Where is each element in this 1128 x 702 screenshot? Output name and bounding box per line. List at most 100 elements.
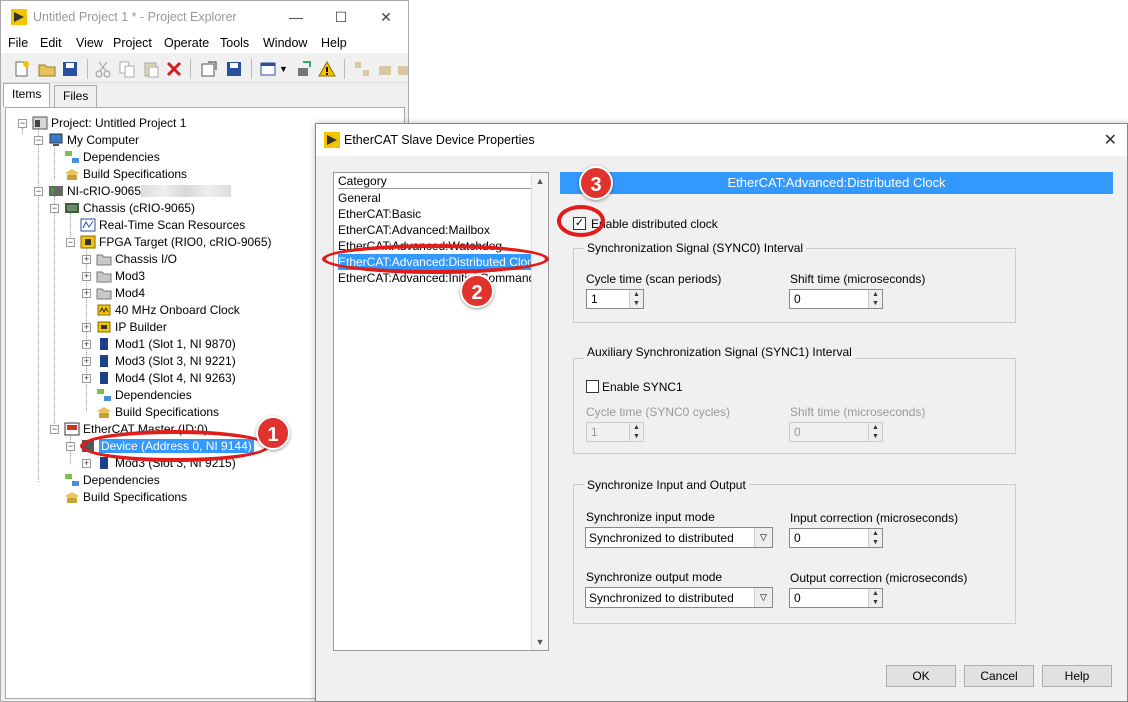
dialog-close-button[interactable]: ✕ (1104, 130, 1117, 150)
scroll-down-icon[interactable]: ▼ (532, 634, 548, 650)
spin-down-icon[interactable]: ▼ (869, 538, 882, 547)
tree-item-my-computer[interactable]: My Computer (48, 132, 139, 149)
spin-up-icon[interactable]: ▲ (869, 589, 882, 598)
menu-tools[interactable]: Tools (220, 36, 249, 50)
warning-icon[interactable] (318, 60, 336, 78)
tree-item-mod3[interactable]: Mod3 (Slot 3, NI 9221) (96, 353, 236, 370)
menu-operate[interactable]: Operate (164, 36, 209, 50)
paste-icon[interactable] (142, 60, 160, 78)
tab-files[interactable]: Files (54, 85, 98, 107)
chevron-down-icon[interactable]: ▽ (754, 588, 772, 607)
category-mailbox[interactable]: EtherCAT:Advanced:Mailbox (338, 222, 534, 238)
tree-item-crio-dependencies[interactable]: Dependencies (64, 472, 160, 489)
save-build-icon[interactable] (225, 60, 243, 78)
save-all-icon[interactable] (61, 60, 79, 78)
output-correction-input[interactable]: 0 ▲ ▼ (789, 588, 883, 608)
tree-item-real-time-scan-resources[interactable]: Real-Time Scan Resources (80, 217, 245, 234)
copy-icon[interactable] (118, 60, 136, 78)
minimize-button[interactable]: — (281, 7, 311, 27)
build-icon[interactable] (200, 60, 218, 78)
tab-items[interactable]: Items (3, 83, 51, 107)
input-mode-select[interactable]: Synchronized to distributed ▽ (585, 527, 773, 548)
enable-sync1-checkbox[interactable] (586, 380, 599, 393)
module-icon (100, 355, 108, 367)
sync1-shift-input[interactable]: 0 ▲ ▼ (789, 422, 883, 442)
chevron-down-icon[interactable]: ▽ (754, 528, 772, 547)
collapse-toggle[interactable]: − (66, 442, 75, 451)
tree-item-fpga-target[interactable]: FPGA Target (RIO0, cRIO-9065) (80, 234, 272, 251)
spin-up-icon[interactable]: ▲ (869, 529, 882, 538)
sync0-cycle-input[interactable]: 1 ▲ ▼ (586, 289, 644, 309)
annotation-badge-3: 3 (579, 166, 613, 200)
sync1-cycle-input[interactable]: 1 ▲ ▼ (586, 422, 644, 442)
menu-project[interactable]: Project (113, 36, 152, 50)
open-folder-icon[interactable] (38, 60, 56, 78)
expand-toggle[interactable]: + (82, 357, 91, 366)
tree-item-crio-build-specifications[interactable]: Build Specifications (64, 489, 187, 506)
new-file-icon[interactable] (13, 60, 31, 78)
tree-item-chassis-io[interactable]: Chassis I/O (96, 251, 177, 268)
tree-item-build-specifications[interactable]: Build Specifications (64, 166, 187, 183)
tree-item-project[interactable]: Project: Untitled Project 1 (32, 115, 186, 132)
spin-down-icon[interactable]: ▼ (869, 299, 882, 308)
menu-edit[interactable]: Edit (40, 36, 62, 50)
collapse-toggle[interactable]: − (34, 136, 43, 145)
scroll-up-icon[interactable]: ▲ (532, 173, 548, 189)
spin-up-icon[interactable]: ▲ (630, 290, 643, 299)
expand-toggle[interactable]: + (82, 289, 91, 298)
ethercat-master-icon (64, 422, 80, 436)
menu-window[interactable]: Window (263, 36, 307, 50)
spin-up-icon[interactable]: ▲ (869, 423, 882, 432)
category-scrollbar[interactable]: ▲ ▼ (531, 173, 548, 650)
collapse-icon[interactable] (376, 60, 394, 78)
menu-file[interactable]: File (8, 36, 28, 50)
tree-item-onboard-clock[interactable]: 40 MHz Onboard Clock (96, 302, 240, 319)
category-general[interactable]: General (338, 190, 534, 206)
tree-item-mod1[interactable]: Mod1 (Slot 1, NI 9870) (96, 336, 236, 353)
expand-toggle[interactable]: + (82, 340, 91, 349)
maximize-button[interactable]: ☐ (326, 7, 356, 27)
collapse-toggle[interactable]: − (66, 238, 75, 247)
input-correction-input[interactable]: 0 ▲ ▼ (789, 528, 883, 548)
expand-toggle[interactable]: + (82, 255, 91, 264)
ok-button[interactable]: OK (886, 665, 956, 687)
spin-down-icon[interactable]: ▼ (869, 432, 882, 441)
tree-item-mod4-folder[interactable]: Mod4 (96, 285, 145, 302)
tree-item-fpga-dependencies[interactable]: Dependencies (96, 387, 192, 404)
expand-toggle[interactable]: + (82, 272, 91, 281)
cancel-button[interactable]: Cancel (964, 665, 1034, 687)
expand-toggle[interactable]: + (82, 459, 91, 468)
spin-down-icon[interactable]: ▼ (869, 598, 882, 607)
expand-icon[interactable] (353, 60, 371, 78)
close-button[interactable]: ✕ (371, 7, 401, 27)
tree-item-fpga-build-specifications[interactable]: Build Specifications (96, 404, 219, 421)
collapse-toggle[interactable]: − (50, 425, 59, 434)
cut-icon[interactable] (94, 60, 112, 78)
tree-item-mod3-folder[interactable]: Mod3 (96, 268, 145, 285)
expand-toggle[interactable]: + (82, 374, 91, 383)
tree-item-crio[interactable]: NI-cRIO-9065 (48, 183, 232, 200)
menu-view[interactable]: View (76, 36, 103, 50)
category-ethercat-basic[interactable]: EtherCAT:Basic (338, 206, 534, 222)
tree-item-mod4[interactable]: Mod4 (Slot 4, NI 9263) (96, 370, 236, 387)
section-header: EtherCAT:Advanced:Distributed Clock (560, 172, 1113, 194)
expand-toggle[interactable]: + (82, 323, 91, 332)
delete-icon[interactable] (165, 60, 183, 78)
more-icon[interactable] (397, 60, 408, 78)
sync0-shift-input[interactable]: 0 ▲ ▼ (789, 289, 883, 309)
tree-item-dependencies[interactable]: Dependencies (64, 149, 160, 166)
menu-help[interactable]: Help (321, 36, 347, 50)
collapse-toggle[interactable]: − (18, 119, 27, 128)
spin-down-icon[interactable]: ▼ (630, 432, 643, 441)
spin-up-icon[interactable]: ▲ (630, 423, 643, 432)
tree-item-ip-builder[interactable]: IP Builder (96, 319, 167, 336)
output-mode-select[interactable]: Synchronized to distributed ▽ (585, 587, 773, 608)
spin-down-icon[interactable]: ▼ (630, 299, 643, 308)
collapse-toggle[interactable]: − (34, 187, 43, 196)
spin-up-icon[interactable]: ▲ (869, 290, 882, 299)
help-button[interactable]: Help (1042, 665, 1112, 687)
tree-item-chassis[interactable]: Chassis (cRIO-9065) (64, 200, 195, 217)
view-icon[interactable] (259, 60, 277, 78)
collapse-toggle[interactable]: − (50, 204, 59, 213)
settings-icon[interactable] (295, 60, 313, 78)
